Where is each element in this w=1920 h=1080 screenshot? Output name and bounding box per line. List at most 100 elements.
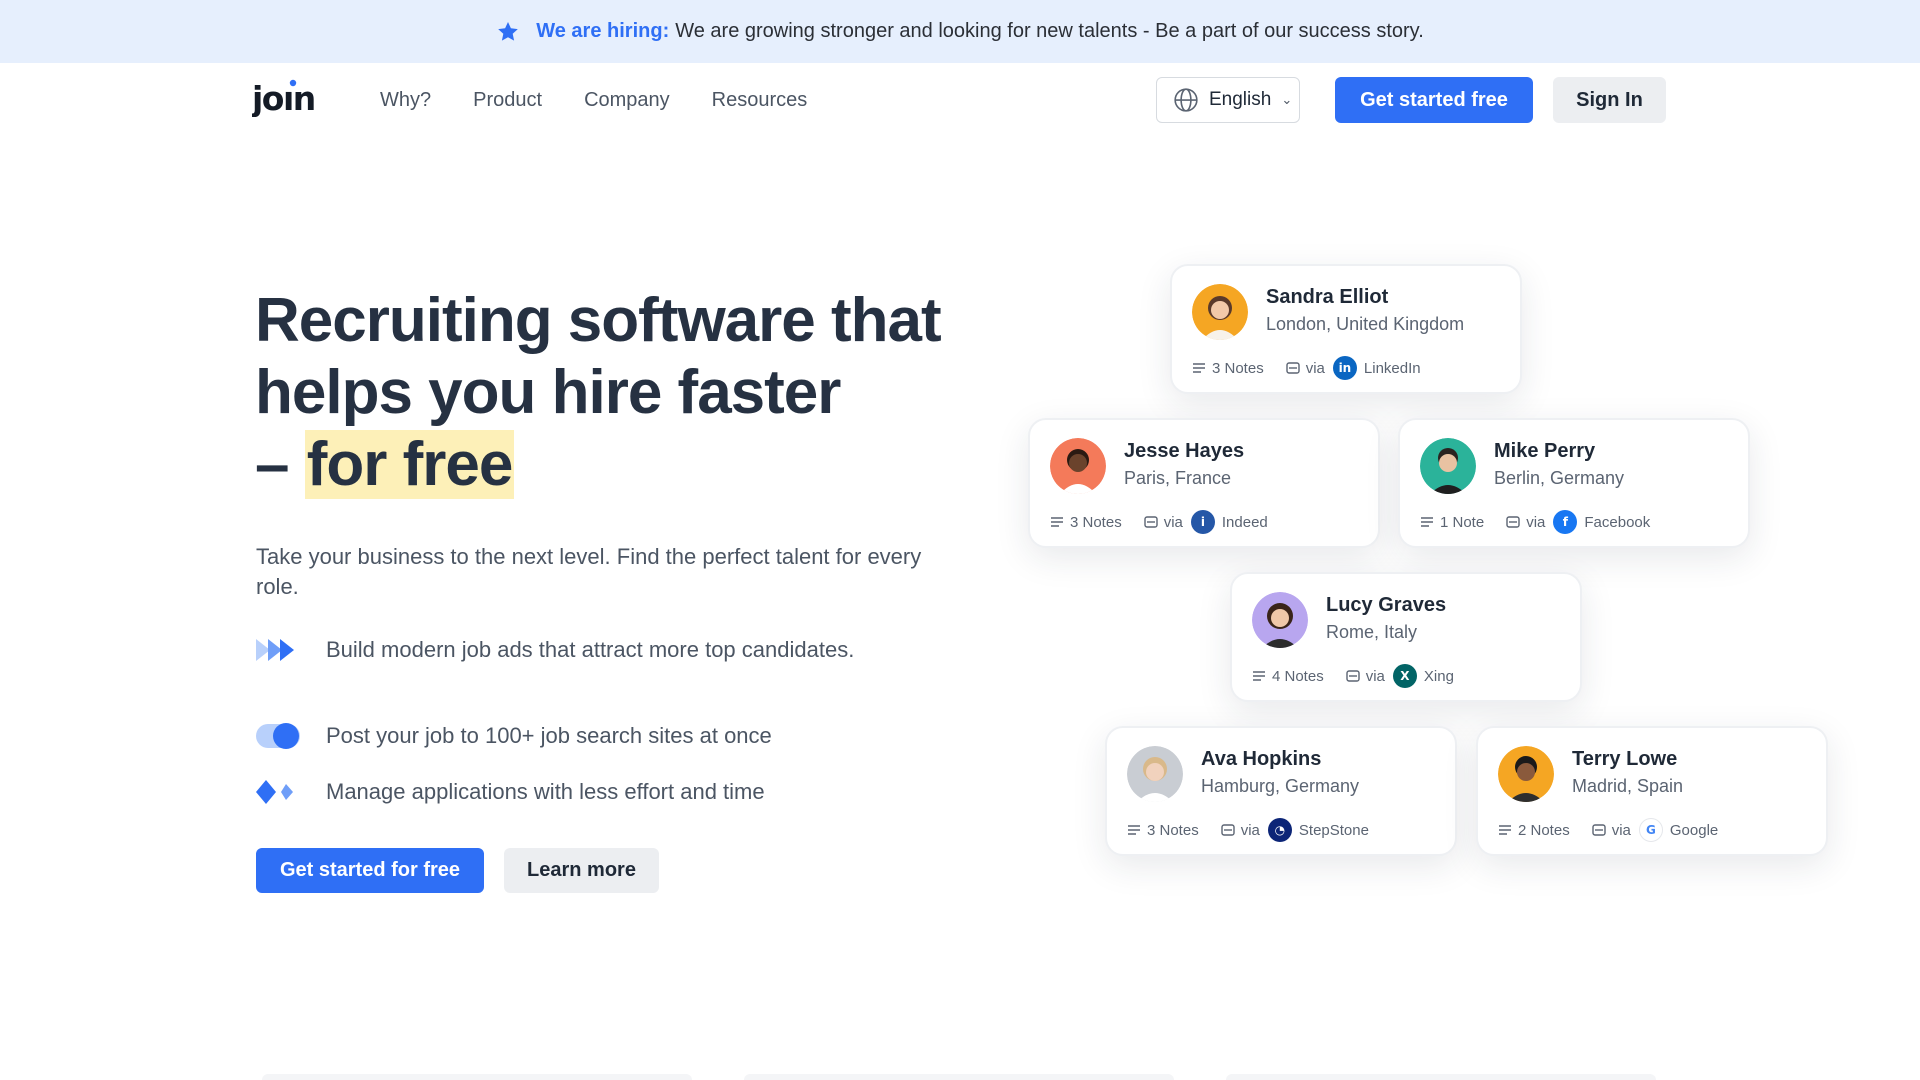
source-name: Xing bbox=[1423, 667, 1454, 685]
learn-more-button[interactable]: Learn more bbox=[504, 848, 659, 893]
notes-icon bbox=[1051, 517, 1063, 527]
feature-item: Build modern job ads that attract more t… bbox=[256, 636, 854, 664]
candidate-name: Mike Perry bbox=[1494, 440, 1596, 462]
candidate-meta: 3 Notes via i Indeed bbox=[1050, 510, 1268, 534]
candidate-location: Paris, France bbox=[1124, 468, 1232, 488]
avatar bbox=[1192, 284, 1248, 340]
get-started-button[interactable]: Get started free bbox=[1335, 77, 1533, 123]
notes-count: 4 Notes bbox=[1272, 667, 1324, 685]
candidate-meta: 3 Notes via in LinkedIn bbox=[1192, 356, 1421, 380]
inbox-icon bbox=[1592, 824, 1606, 836]
notes-count: 3 Notes bbox=[1147, 821, 1199, 839]
notes-icon bbox=[1253, 671, 1265, 681]
notes-icon bbox=[1193, 363, 1205, 373]
feature-item: Manage applications with less effort and… bbox=[256, 778, 765, 806]
avatar bbox=[1050, 438, 1106, 494]
fast-forward-icon bbox=[256, 639, 294, 661]
via-label: via bbox=[1305, 359, 1325, 377]
hero-title-dash: – bbox=[255, 430, 305, 499]
inbox-icon bbox=[1144, 516, 1158, 528]
language-selector[interactable]: English ⌄ bbox=[1156, 77, 1300, 123]
inbox-icon bbox=[1506, 516, 1520, 528]
hero-title-line1: Recruiting software that bbox=[255, 286, 942, 355]
announcement-text: We are growing stronger and looking for … bbox=[675, 20, 1424, 42]
avatar bbox=[1127, 746, 1183, 802]
hero-subtitle: Take your business to the next level. Fi… bbox=[256, 544, 922, 599]
candidate-location: London, United Kingdom bbox=[1266, 314, 1465, 334]
stepstone-icon: ◔ bbox=[1267, 818, 1292, 842]
via-label: via bbox=[1611, 821, 1631, 839]
source-name: StepStone bbox=[1298, 821, 1369, 839]
globe-icon bbox=[1174, 88, 1198, 112]
section-edge bbox=[1226, 1074, 1656, 1080]
language-label: English bbox=[1209, 89, 1272, 110]
notes-icon bbox=[1499, 825, 1511, 835]
notes-count: 1 Note bbox=[1440, 513, 1485, 531]
google-icon: G bbox=[1638, 818, 1663, 842]
feature-text: Manage applications with less effort and… bbox=[326, 779, 765, 804]
candidate-name: Lucy Graves bbox=[1326, 594, 1447, 616]
announcement-bar[interactable]: We are hiring: We are growing stronger a… bbox=[0, 0, 1920, 63]
nav-product[interactable]: Product bbox=[473, 89, 542, 112]
candidate-card[interactable]: Jesse Hayes Paris, France 3 Notes via i … bbox=[1028, 418, 1380, 548]
star-icon bbox=[498, 21, 519, 41]
inbox-icon bbox=[1286, 362, 1300, 374]
section-edge bbox=[744, 1074, 1174, 1080]
join-logo[interactable]: joın bbox=[250, 77, 324, 126]
notes-icon bbox=[1421, 517, 1433, 527]
notes-count: 2 Notes bbox=[1518, 821, 1570, 839]
notes-icon bbox=[1128, 825, 1140, 835]
svg-text:joın: joın bbox=[252, 79, 315, 117]
nav-company[interactable]: Company bbox=[584, 89, 670, 112]
diamond-icon bbox=[256, 780, 293, 804]
join-logo-mark: joın bbox=[250, 79, 316, 118]
facebook-icon: f bbox=[1553, 510, 1578, 534]
via-label: via bbox=[1365, 667, 1385, 685]
section-edge bbox=[262, 1074, 692, 1080]
via-label: via bbox=[1240, 821, 1260, 839]
avatar bbox=[1420, 438, 1476, 494]
feature-text: Build modern job ads that attract more t… bbox=[326, 637, 855, 662]
site-header: joın Why? Product Company Resources Engl… bbox=[0, 63, 1920, 137]
candidate-meta: 1 Note via f Facebook bbox=[1420, 510, 1650, 534]
candidate-location: Rome, Italy bbox=[1326, 622, 1418, 642]
via-label: via bbox=[1526, 513, 1546, 531]
hero-title-line2: helps you hire faster bbox=[255, 358, 841, 427]
candidate-location: Madrid, Spain bbox=[1572, 776, 1684, 796]
candidate-name: Terry Lowe bbox=[1572, 748, 1678, 770]
candidate-name: Jesse Hayes bbox=[1124, 440, 1245, 462]
source-name: Google bbox=[1669, 821, 1719, 839]
candidate-card[interactable]: Terry Lowe Madrid, Spain 2 Notes via G G… bbox=[1476, 726, 1828, 856]
via-label: via bbox=[1163, 513, 1183, 531]
source-name: LinkedIn bbox=[1363, 359, 1421, 377]
feature-text: Post your job to 100+ job search sites a… bbox=[326, 723, 772, 748]
candidate-card[interactable]: Lucy Graves Rome, Italy 4 Notes via X Xi… bbox=[1230, 572, 1582, 702]
hero-title-highlight: for free bbox=[304, 430, 515, 499]
inbox-icon bbox=[1221, 824, 1235, 836]
notes-count: 3 Notes bbox=[1212, 359, 1264, 377]
indeed-icon: i bbox=[1190, 510, 1215, 534]
notes-count: 3 Notes bbox=[1070, 513, 1122, 531]
xing-icon: X bbox=[1392, 664, 1417, 688]
announcement-highlight: We are hiring: bbox=[536, 20, 670, 42]
nav-resources[interactable]: Resources bbox=[712, 89, 808, 112]
candidate-meta: 2 Notes via G Google bbox=[1498, 818, 1718, 842]
inbox-icon bbox=[1346, 670, 1360, 682]
sign-in-button[interactable]: Sign In bbox=[1553, 77, 1666, 123]
candidate-location: Berlin, Germany bbox=[1494, 468, 1625, 488]
candidate-location: Hamburg, Germany bbox=[1201, 776, 1360, 796]
get-started-for-free-button[interactable]: Get started for free bbox=[256, 848, 484, 893]
chevron-down-icon: ⌄ bbox=[1281, 92, 1293, 107]
candidate-name: Ava Hopkins bbox=[1201, 748, 1322, 770]
source-name: Facebook bbox=[1584, 513, 1651, 531]
avatar bbox=[1498, 746, 1554, 802]
source-name: Indeed bbox=[1221, 513, 1268, 531]
candidate-card[interactable]: Sandra Elliot London, United Kingdom 3 N… bbox=[1170, 264, 1522, 394]
candidate-meta: 4 Notes via X Xing bbox=[1252, 664, 1454, 688]
hero-title: Recruiting software that helps you hire … bbox=[255, 285, 1015, 501]
candidate-card[interactable]: Ava Hopkins Hamburg, Germany 3 Notes via… bbox=[1105, 726, 1457, 856]
nav-why[interactable]: Why? bbox=[380, 89, 431, 112]
main-nav: Why? Product Company Resources bbox=[380, 89, 807, 112]
toggle-icon bbox=[256, 723, 300, 749]
candidate-card[interactable]: Mike Perry Berlin, Germany 1 Note via f … bbox=[1398, 418, 1750, 548]
